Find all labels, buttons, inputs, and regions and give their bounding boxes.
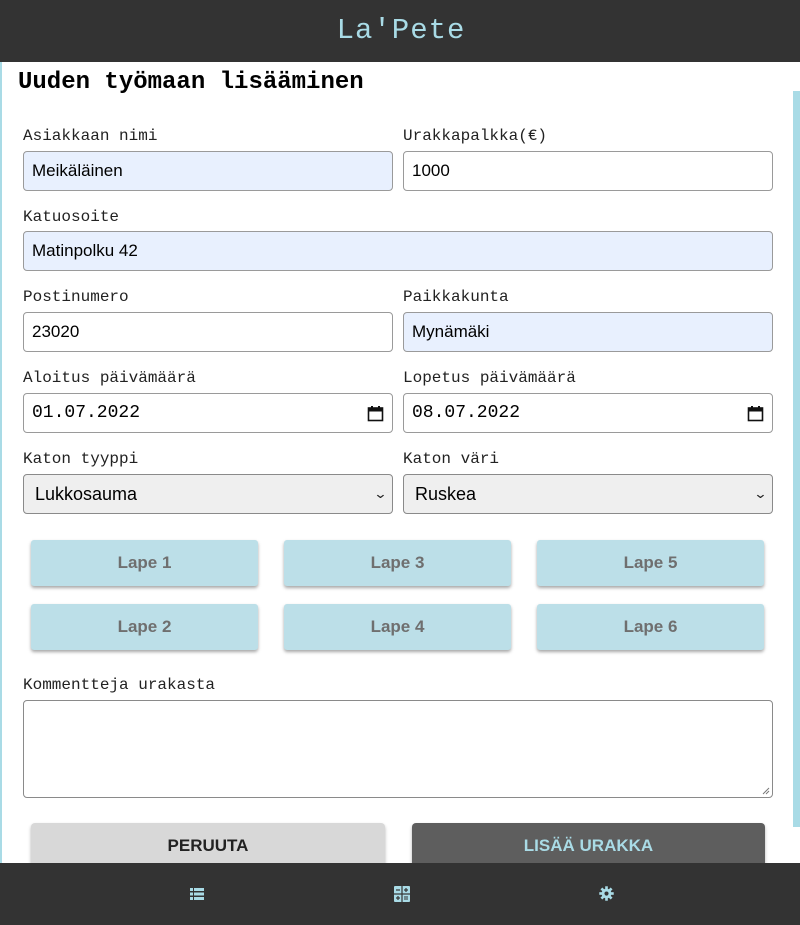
street-label: Katuosoite — [23, 208, 120, 226]
app-header: La'Pete — [2, 0, 800, 62]
city-input[interactable]: Mynämäki — [403, 312, 773, 352]
bottom-nav — [2, 863, 800, 925]
customer-name-input[interactable]: Meikäläinen — [23, 151, 393, 191]
app-title: La'Pete — [336, 14, 466, 47]
add-contract-button[interactable]: LISÄÄ URAKKA — [412, 823, 765, 863]
lape-6-button[interactable]: Lape 6 — [537, 604, 764, 650]
roof-color-label: Katon väri — [403, 450, 500, 468]
lape-2-button[interactable]: Lape 2 — [31, 604, 258, 650]
street-input[interactable]: Matinpolku 42 — [23, 231, 773, 271]
end-date-label: Lopetus päivämäärä — [403, 369, 576, 387]
city-label: Paikkakunta — [403, 288, 509, 306]
street-value: Matinpolku 42 — [32, 241, 138, 260]
price-input[interactable]: 1000 — [403, 151, 773, 191]
roof-type-selected: Lukkosauma — [35, 483, 138, 504]
list-icon[interactable] — [190, 887, 204, 901]
roof-type-label: Katon tyyppi — [23, 450, 139, 468]
price-label: Urakkapalkka(€) — [403, 127, 548, 145]
postal-code-label: Postinumero — [23, 288, 129, 306]
end-date-value: 08.07.2022 — [412, 403, 521, 423]
postal-code-input[interactable]: 23020 — [23, 312, 393, 352]
start-date-value: 01.07.2022 — [32, 403, 141, 423]
start-date-label: Aloitus päivämäärä — [23, 369, 196, 387]
calculator-icon[interactable] — [394, 886, 410, 902]
resize-grip-icon[interactable] — [762, 787, 770, 795]
start-date-input[interactable]: 01.07.2022 — [23, 393, 393, 433]
roof-color-selected: Ruskea — [415, 483, 477, 504]
chevron-down-icon: ⌄ — [753, 486, 768, 501]
comments-textarea[interactable] — [23, 700, 773, 798]
lape-5-button[interactable]: Lape 5 — [537, 540, 764, 586]
customer-name-label: Asiakkaan nimi — [23, 127, 158, 145]
lape-1-button[interactable]: Lape 1 — [31, 540, 258, 586]
roof-type-select[interactable]: Lukkosauma ⌄ — [23, 474, 393, 514]
chevron-down-icon: ⌄ — [373, 486, 388, 501]
lape-4-button[interactable]: Lape 4 — [284, 604, 511, 650]
scrollbar[interactable] — [793, 91, 800, 827]
comments-label: Kommentteja urakasta — [23, 676, 216, 694]
postal-code-value: 23020 — [32, 322, 80, 341]
calendar-icon[interactable] — [367, 405, 384, 422]
price-value: 1000 — [412, 161, 450, 180]
lape-3-button[interactable]: Lape 3 — [284, 540, 511, 586]
gear-icon[interactable] — [599, 886, 614, 901]
customer-name-value: Meikäläinen — [32, 161, 123, 180]
page-title: Uuden työmaan lisääminen — [18, 69, 364, 96]
cancel-button[interactable]: PERUUTA — [31, 823, 385, 863]
end-date-input[interactable]: 08.07.2022 — [403, 393, 773, 433]
roof-color-select[interactable]: Ruskea ⌄ — [403, 474, 773, 514]
form-panel: Uuden työmaan lisääminen Asiakkaan nimi … — [2, 62, 800, 863]
city-value: Mynämäki — [412, 322, 490, 341]
calendar-icon[interactable] — [747, 405, 764, 422]
